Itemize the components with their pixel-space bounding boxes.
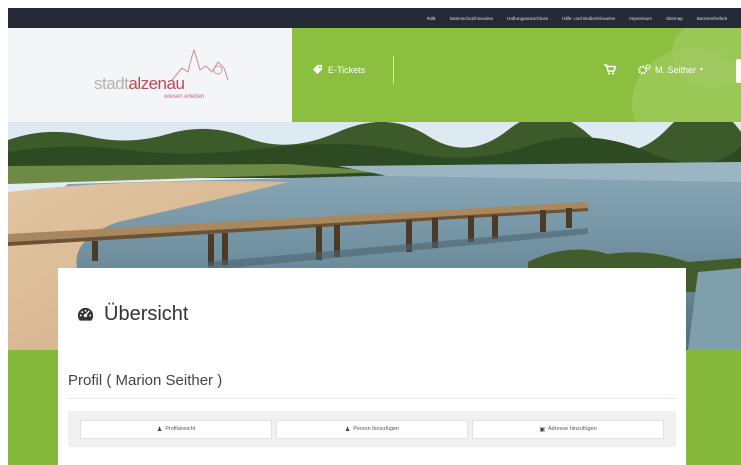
profile-view-label: Profilansicht <box>165 426 196 432</box>
header-bar: E-Tickets M. Seither ▾ <box>292 28 741 122</box>
logo-word-stadt: stadt <box>94 74 129 93</box>
address-card-icon: ▣ <box>539 426 546 433</box>
cart-button[interactable] <box>604 64 617 78</box>
page-title-text: Übersicht <box>104 303 189 325</box>
logo-word-alzenau: alzenau <box>128 74 185 93</box>
chevron-down-icon: ▾ <box>700 67 704 73</box>
nav-link-rdb[interactable]: RdB <box>427 16 436 21</box>
divider <box>68 398 676 399</box>
ticket-icon <box>312 64 323 75</box>
logo-tagline: wiesen erleben <box>164 94 205 100</box>
nav-link-help[interactable]: Hilfe- und Bedienhinweise <box>562 16 615 21</box>
nav-link-imprint[interactable]: Impressum <box>629 16 652 21</box>
profile-heading: Profil ( Marion Seither ) <box>68 372 223 389</box>
header-edge-element <box>736 59 741 83</box>
cart-icon <box>604 64 617 75</box>
add-address-label: Adresse hinzufügen <box>548 426 597 432</box>
add-person-label: Person hinzufügen <box>353 426 400 432</box>
e-tickets-label: E-Tickets <box>328 64 366 75</box>
person-add-icon: ♟ <box>344 426 351 433</box>
user-menu[interactable]: M. Seither ▾ <box>638 64 703 75</box>
side-band-right <box>686 350 741 465</box>
header-divider <box>393 56 394 84</box>
overview-card: Übersicht Profil ( Marion Seither ) ♟ Pr… <box>58 268 686 465</box>
logo-wordmark: stadtalzenau <box>94 74 185 94</box>
nav-link-disclaimer[interactable]: Haftungsausschluss <box>507 16 548 21</box>
nav-link-sitemap[interactable]: Sitemap <box>666 16 683 21</box>
page-title: Übersicht <box>76 303 188 326</box>
user-name: M. Seither <box>655 64 697 75</box>
nav-link-privacy[interactable]: Datenschutzhinweise <box>450 16 493 21</box>
add-person-button[interactable]: ♟ Person hinzufügen <box>276 419 468 439</box>
gears-icon <box>638 64 651 75</box>
side-band-left <box>8 350 58 465</box>
nav-link-accessibility[interactable]: Barrierefreiheit <box>697 16 727 21</box>
profile-view-button[interactable]: ♟ Profilansicht <box>80 419 272 439</box>
dashboard-icon <box>77 307 94 321</box>
user-icon: ♟ <box>156 426 163 433</box>
add-address-button[interactable]: ▣ Adresse hinzufügen <box>472 419 664 439</box>
logo-panel[interactable]: stadtalzenau wiesen erleben <box>8 28 292 136</box>
e-tickets-link[interactable]: E-Tickets <box>312 64 365 75</box>
profile-actions: ♟ Profilansicht ♟ Person hinzufügen ▣ Ad… <box>68 411 676 447</box>
top-navigation: RdB Datenschutzhinweise Haftungsausschlu… <box>8 8 741 28</box>
